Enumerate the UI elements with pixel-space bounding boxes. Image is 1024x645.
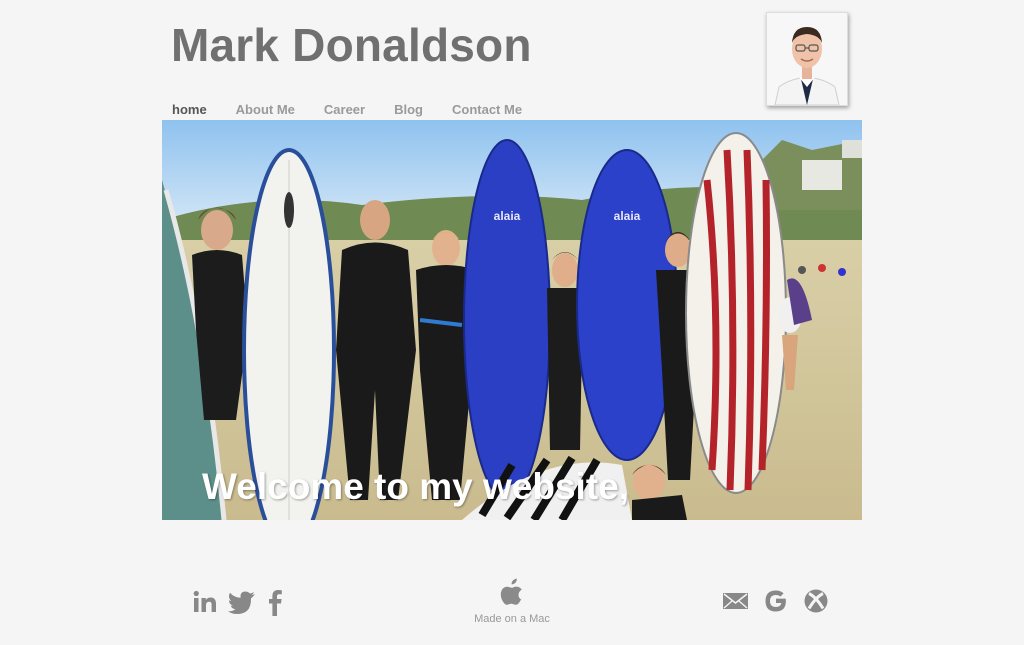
- nav-home[interactable]: home: [172, 102, 207, 117]
- made-on-mac-label: Made on a Mac: [474, 613, 550, 625]
- svg-text:alaia: alaia: [494, 209, 521, 223]
- hero-banner: alaia alaia Welcome to my website,: [162, 120, 862, 520]
- nav-about-me[interactable]: About Me: [236, 102, 295, 117]
- xbox-icon[interactable]: [803, 588, 829, 614]
- nav-contact-me[interactable]: Contact Me: [452, 102, 522, 117]
- hero-caption: Welcome to my website,: [202, 466, 629, 507]
- hero-photo: alaia alaia: [162, 120, 862, 520]
- svg-text:alaia: alaia: [614, 209, 641, 223]
- nav-career[interactable]: Career: [324, 102, 365, 117]
- twitter-icon[interactable]: [228, 589, 256, 615]
- main-nav: home About Me Career Blog Contact Me: [172, 102, 522, 117]
- facebook-icon[interactable]: [266, 588, 286, 616]
- made-on-mac-badge[interactable]: Made on a Mac: [462, 578, 562, 625]
- site-title: Mark Donaldson: [171, 19, 532, 71]
- apple-icon: [500, 578, 524, 606]
- mail-icon[interactable]: [722, 591, 749, 611]
- profile-photo: [766, 12, 848, 106]
- contact-links: [722, 588, 829, 614]
- social-links: [192, 588, 286, 616]
- google-icon[interactable]: [763, 588, 789, 614]
- nav-blog[interactable]: Blog: [394, 102, 423, 117]
- linkedin-icon[interactable]: [192, 589, 218, 615]
